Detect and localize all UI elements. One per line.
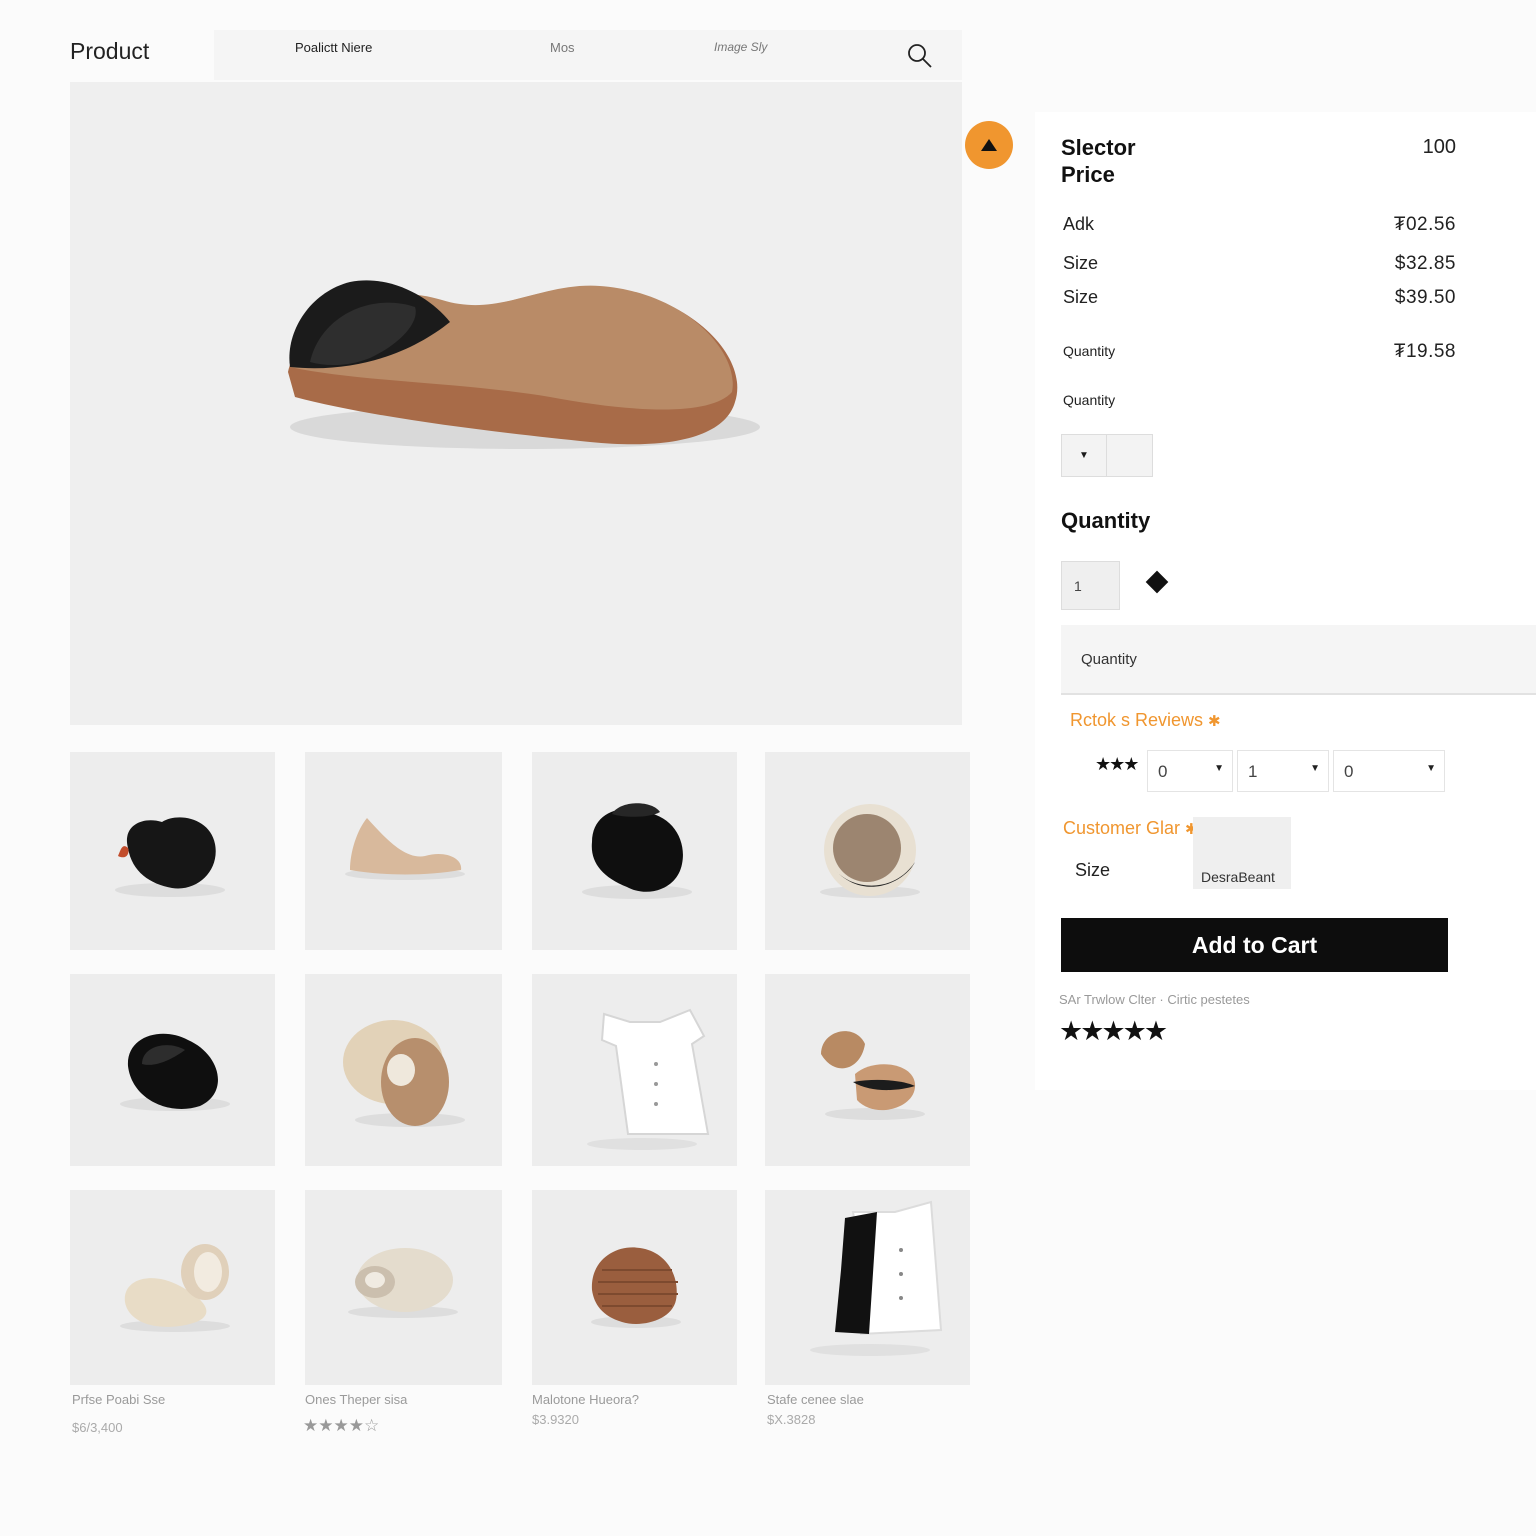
star-rating-icon: ★★★ bbox=[1095, 754, 1139, 774]
chevron-down-icon: ▼ bbox=[1426, 763, 1436, 774]
customer-label[interactable]: Customer Glar ✱ bbox=[1063, 818, 1198, 839]
chevron-down-icon: ▼ bbox=[1062, 435, 1107, 476]
main-product-image bbox=[70, 82, 962, 725]
quantity-bar-label: Quantity bbox=[1081, 651, 1137, 668]
panel-top-value: 100 bbox=[1422, 136, 1456, 158]
product-thumbnail[interactable] bbox=[532, 1190, 737, 1385]
size-label: Size bbox=[1075, 860, 1111, 880]
row-value-adk: ₮02.56 bbox=[1393, 214, 1456, 235]
product-thumbnail[interactable] bbox=[305, 1190, 502, 1385]
description-box[interactable]: DesraBeant bbox=[1193, 817, 1291, 889]
panel-title: Slector Price bbox=[1061, 134, 1261, 188]
add-to-cart-button[interactable]: Add to Cart bbox=[1061, 918, 1448, 972]
top-navigation: Poalictt Niere Mos Image Sly bbox=[214, 30, 962, 80]
product-thumbnail[interactable] bbox=[532, 974, 737, 1166]
product-thumbnail[interactable] bbox=[70, 752, 275, 950]
row-value-size-2: $39.50 bbox=[1394, 287, 1456, 308]
page-title: Product bbox=[70, 38, 150, 64]
star-rating-icon: ★★★★★ bbox=[1059, 1016, 1168, 1046]
row-label-size-2: Size bbox=[1063, 287, 1099, 307]
reviews-label-text: Rctok s Reviews bbox=[1070, 710, 1204, 730]
product-thumbnail[interactable] bbox=[305, 974, 502, 1166]
chevron-down-icon: ▼ bbox=[1310, 763, 1320, 774]
product-caption[interactable]: Stafe cenee slae bbox=[767, 1392, 864, 1407]
product-thumbnail[interactable] bbox=[765, 1190, 970, 1385]
nav-item-image[interactable]: Image Sly bbox=[714, 40, 767, 54]
product-thumbnail[interactable] bbox=[305, 752, 502, 950]
row-value-quantity: ₮19.58 bbox=[1393, 341, 1456, 362]
product-price: $6/3,400 bbox=[72, 1420, 123, 1435]
panel-title-line2: Price bbox=[1061, 162, 1115, 187]
quantity-heading: Quantity bbox=[1061, 508, 1151, 533]
product-price: $3.9320 bbox=[532, 1412, 579, 1427]
customer-label-text: Customer Glar bbox=[1063, 818, 1181, 838]
product-price: $X.3828 bbox=[767, 1412, 816, 1427]
description-label: DesraBeant bbox=[1201, 869, 1275, 885]
row-label-size: Size bbox=[1063, 253, 1099, 273]
triangle-up-icon[interactable] bbox=[965, 121, 1013, 169]
review-select-3[interactable]: 0 ▼ bbox=[1333, 750, 1445, 792]
product-caption[interactable]: Prfse Poabi Sse bbox=[72, 1392, 165, 1407]
quantity-input[interactable] bbox=[1061, 561, 1120, 610]
star-icon: ✱ bbox=[1208, 713, 1221, 730]
review-select-value: 0 bbox=[1344, 762, 1354, 781]
review-select-value: 1 bbox=[1248, 762, 1258, 781]
row-value-size: $32.85 bbox=[1394, 253, 1456, 274]
row-label-quantity: Quantity bbox=[1063, 343, 1116, 359]
product-caption[interactable]: Malotone Hueora? bbox=[532, 1392, 639, 1407]
product-thumbnail[interactable] bbox=[532, 752, 737, 950]
shoe-image bbox=[288, 280, 760, 449]
row-label-adk: Adk bbox=[1063, 214, 1095, 234]
review-select-value: 0 bbox=[1158, 762, 1168, 781]
product-thumbnail[interactable] bbox=[765, 974, 970, 1166]
product-detail-panel: Slector Price 100 Adk ₮02.56 Size $32.85… bbox=[1035, 112, 1536, 1090]
nav-item-product-name[interactable]: Poalictt Niere bbox=[295, 40, 372, 55]
product-thumbnail[interactable] bbox=[70, 1190, 275, 1385]
review-select-2[interactable]: 1 ▼ bbox=[1237, 750, 1329, 792]
diamond-icon[interactable] bbox=[1145, 570, 1169, 594]
product-caption[interactable]: Ones Theper sisa bbox=[305, 1392, 407, 1407]
quantity-bar[interactable]: Quantity bbox=[1061, 625, 1536, 695]
quantity-label: Quantity bbox=[1063, 392, 1116, 408]
review-select-1[interactable]: 0 ▼ bbox=[1147, 750, 1233, 792]
reviews-label[interactable]: Rctok s Reviews ✱ bbox=[1070, 710, 1221, 731]
search-icon[interactable] bbox=[904, 40, 936, 72]
nav-item-mos[interactable]: Mos bbox=[550, 40, 575, 55]
product-rating: ★★★★☆ bbox=[303, 1416, 380, 1435]
product-thumbnail[interactable] bbox=[765, 752, 970, 950]
review-summary-text: SAr Trwlow Clter · Cirtic pestetes bbox=[1059, 992, 1250, 1007]
panel-title-line1: Slector bbox=[1061, 135, 1136, 160]
product-thumbnail[interactable] bbox=[70, 974, 275, 1166]
chevron-down-icon: ▼ bbox=[1214, 763, 1224, 774]
quantity-dropdown[interactable]: ▼ bbox=[1061, 434, 1153, 477]
